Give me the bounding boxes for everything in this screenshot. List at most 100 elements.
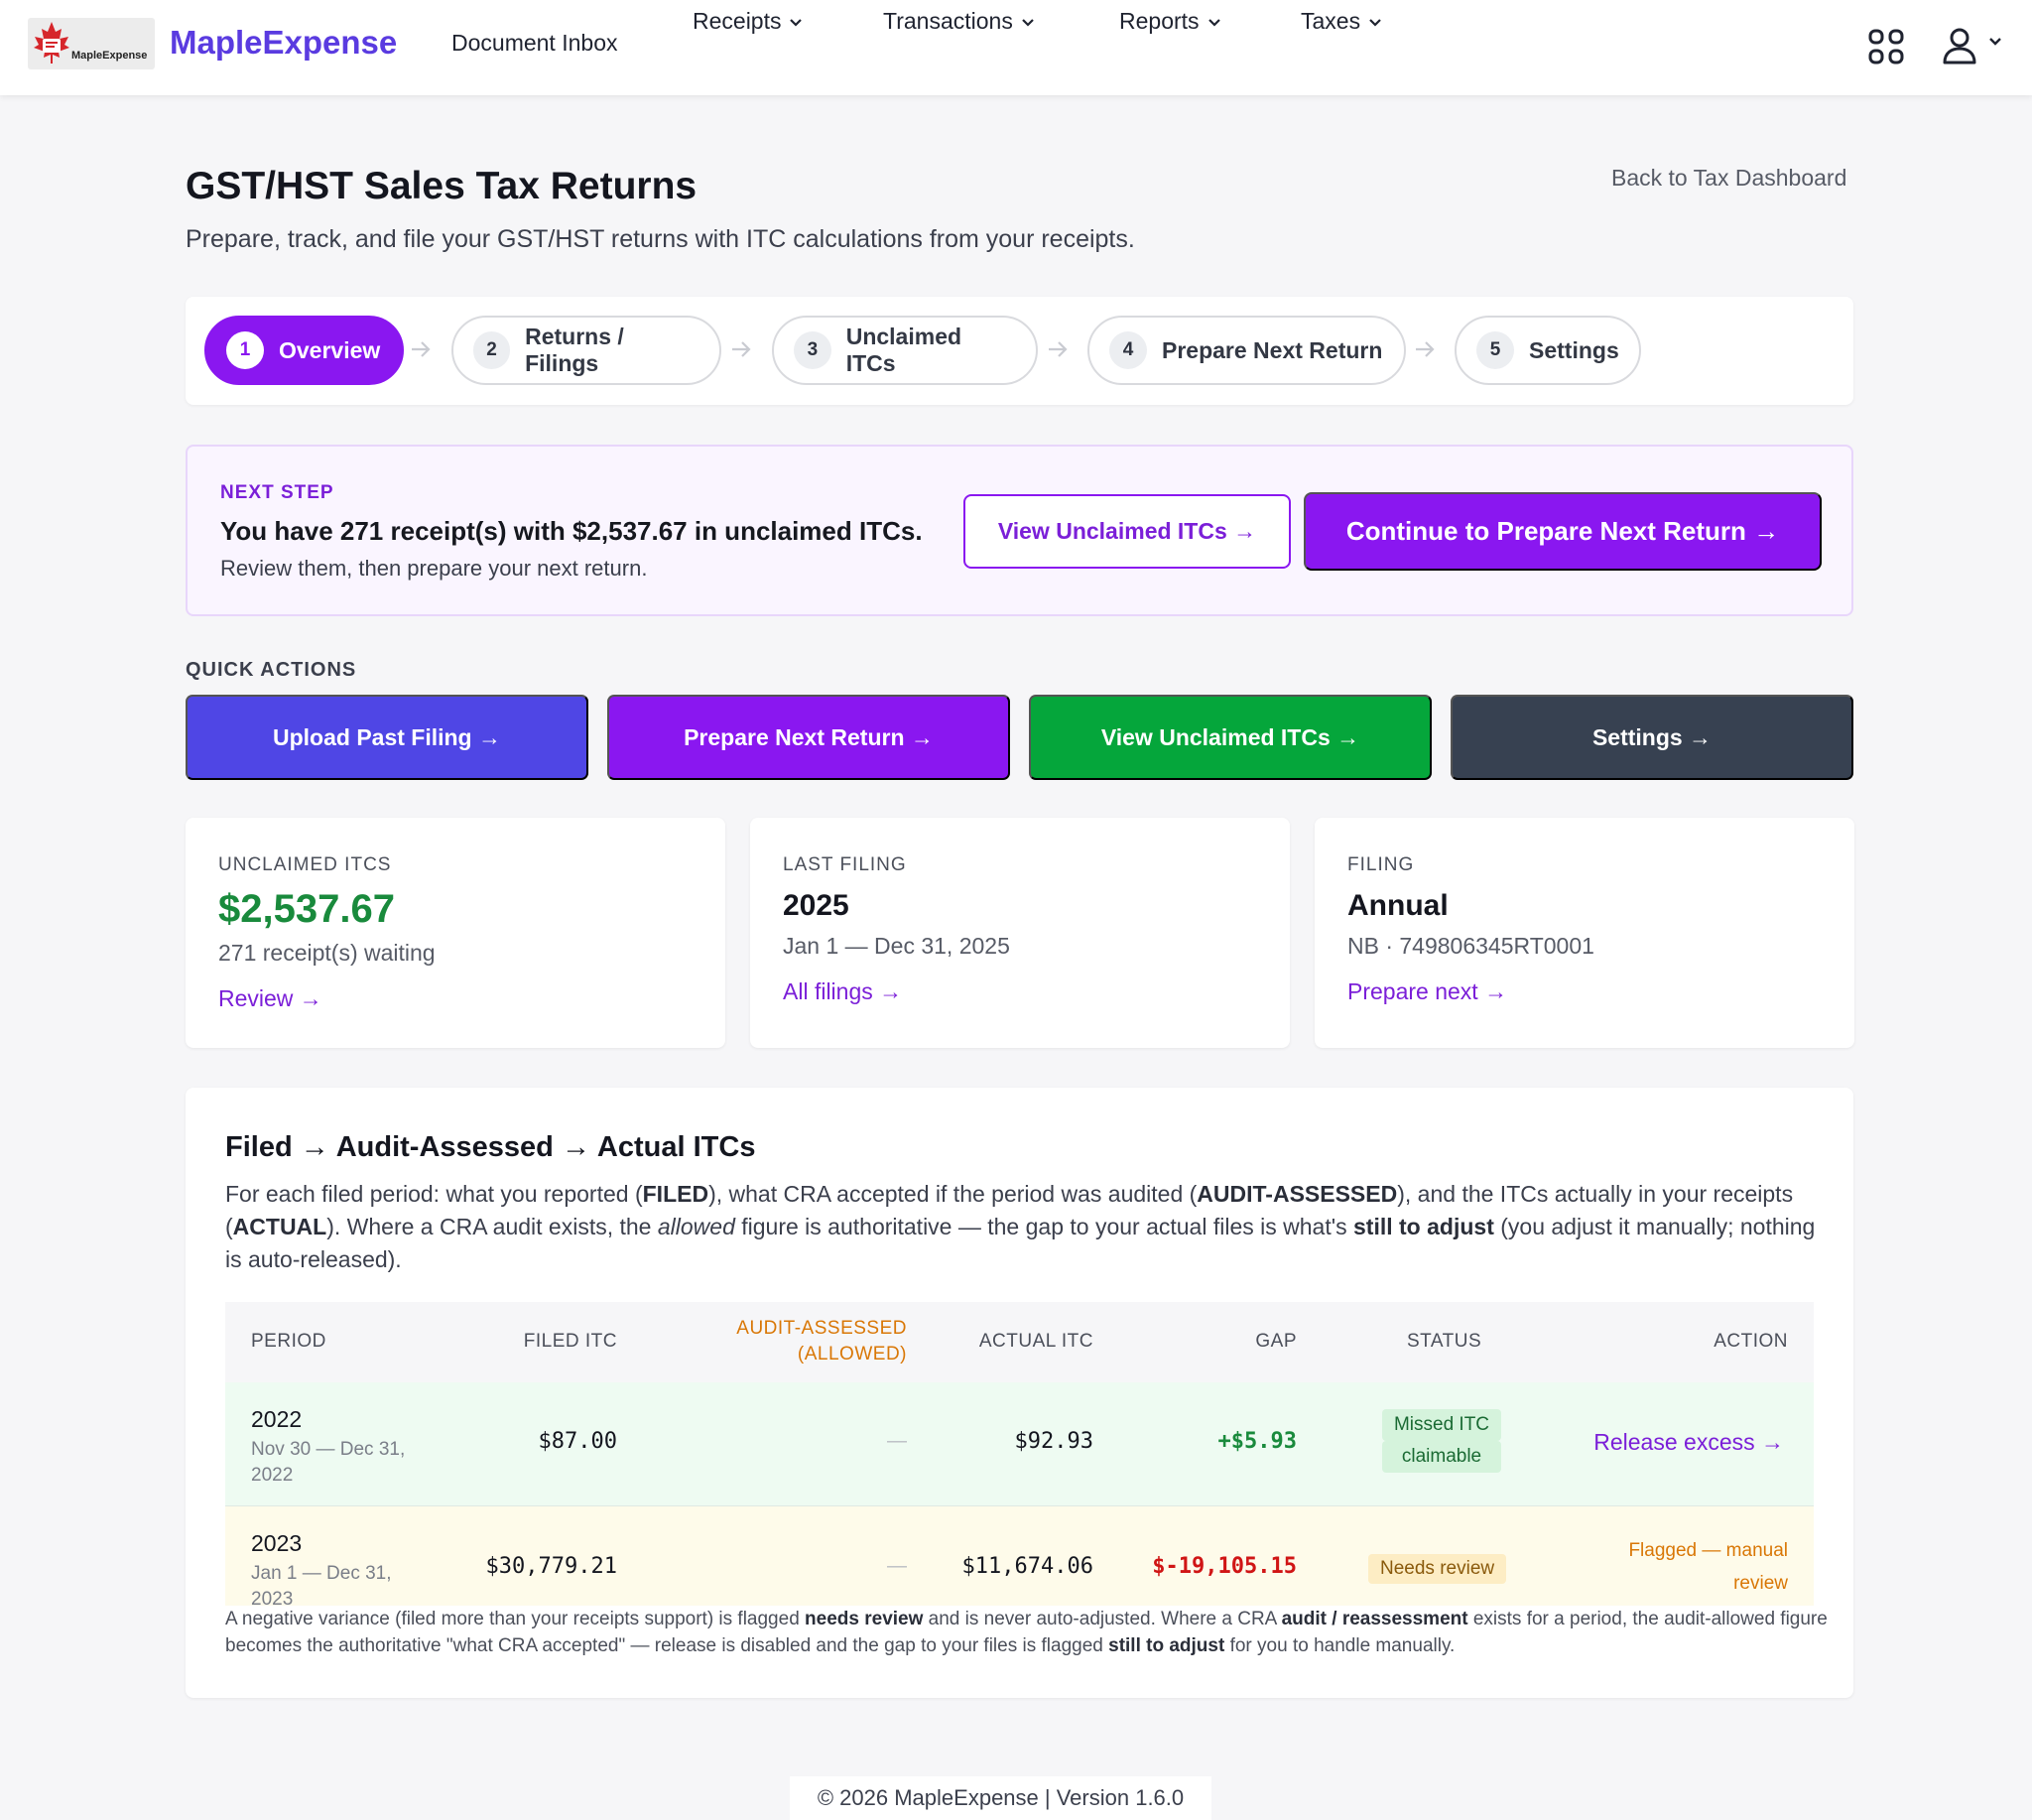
prepare-next-link[interactable]: Prepare next → [1347,978,1507,1005]
action-line: Flagged — manual [1628,1540,1788,1561]
nav-transactions-label: Transactions [883,8,1013,34]
nav-reports-menu[interactable]: Reports [1119,8,1221,35]
quick-actions-label: QUICK ACTIONS [186,659,357,681]
chevron-down-icon [1207,19,1220,27]
user-icon[interactable] [1940,26,1979,65]
filing-frequency-card: FILING Annual NB · 749806345RT0001 Prepa… [1315,818,1854,1048]
page-title: GST/HST Sales Tax Returns [186,165,698,207]
card-sub: 271 receipt(s) waiting [218,940,436,966]
maple-leaf-logo-icon [34,22,69,64]
flagged-manual-review: Flagged — manual review [1628,1534,1788,1600]
table-header: PERIOD FILED ITC AUDIT-ASSESSED (ALLOWED… [225,1302,1814,1382]
column-gap: GAP [1255,1331,1297,1352]
prepare-next-return-button[interactable]: Prepare Next Return → [607,695,1010,780]
nav-receipts-menu[interactable]: Receipts [693,8,803,35]
chevron-down-icon [1022,19,1034,27]
period-range: 2022 [251,1465,294,1486]
workflow-stepper: 1 Overview 2 Returns / Filings 3 Unclaim… [186,297,1853,405]
nav-document-inbox[interactable]: Document Inbox [451,30,617,57]
release-excess-link[interactable]: Release excess → [1593,1429,1784,1456]
back-to-tax-dashboard-link[interactable]: Back to Tax Dashboard [1611,165,1846,192]
next-step-sub: Review them, then prepare your next retu… [220,556,648,581]
view-unclaimed-itcs-button[interactable]: View Unclaimed ITCs → [963,494,1291,569]
review-link[interactable]: Review → [218,985,322,1012]
step-settings[interactable]: 5 Settings [1455,316,1641,385]
filed-itc-value: $87.00 [538,1429,617,1454]
status-badge: Needs review [1368,1554,1507,1584]
actual-itc-value: $92.93 [1014,1429,1093,1454]
gap-value: +$5.93 [1217,1429,1297,1454]
table-footnote: A negative variance (filed more than you… [225,1609,1828,1656]
step-unclaimed-itcs[interactable]: 3 Unclaimed ITCs [772,316,1038,385]
filed-itc-value: $30,779.21 [485,1554,617,1579]
step-returns-filings[interactable]: 2 Returns / Filings [451,316,721,385]
column-audit-assessed: AUDIT-ASSESSED (ALLOWED) [736,1316,907,1367]
card-sub: Jan 1 — Dec 31, 2025 [783,933,1010,959]
period-range: Nov 30 — Dec 31, [251,1439,406,1460]
nav-taxes-menu[interactable]: Taxes [1301,8,1382,35]
step-number: 2 [473,331,511,369]
section-title: Filed → Audit-Assessed → Actual ITCs [225,1131,756,1163]
continue-prepare-next-return-button[interactable]: Continue to Prepare Next Return → [1304,492,1822,571]
itc-comparison-section: Filed → Audit-Assessed → Actual ITCs For… [186,1088,1853,1698]
settings-button[interactable]: Settings → [1451,695,1853,780]
arrow-right-icon [412,341,431,357]
apps-grid-icon[interactable] [1867,28,1905,65]
table-row: 2022 Nov 30 — Dec 31, 2022 $87.00 — $92.… [225,1382,1814,1506]
column-audit-assessed-line-1: AUDIT-ASSESSED [736,1318,907,1339]
status-badge-line: claimable [1382,1441,1501,1473]
nav-receipts-label: Receipts [693,8,782,34]
card-label: UNCLAIMED ITCS [218,854,392,875]
nav-reports-label: Reports [1119,8,1200,34]
audit-assessed-value: — [887,1430,907,1452]
card-value: Annual [1347,889,1449,922]
column-period: PERIOD [251,1331,326,1352]
step-number: 5 [1476,331,1514,369]
page-subtitle: Prepare, track, and file your GST/HST re… [186,225,1135,253]
chevron-down-icon[interactable] [1987,36,2003,48]
period-range: 2023 [251,1589,294,1606]
table-row: 2023 Jan 1 — Dec 31, 2023 $30,779.21 — $… [225,1506,1814,1606]
all-filings-link[interactable]: All filings → [783,978,902,1005]
step-label: Prepare Next Return [1162,336,1383,363]
card-label: LAST FILING [783,854,907,875]
audit-assessed-value: — [887,1555,907,1577]
column-actual-itc: ACTUAL ITC [978,1331,1093,1352]
upload-past-filing-button[interactable]: Upload Past Filing → [186,695,588,780]
nav-transactions-menu[interactable]: Transactions [883,8,1035,35]
logo[interactable]: MapleExpense [28,18,155,69]
card-label: FILING [1347,854,1415,875]
column-audit-assessed-line-2: (ALLOWED) [797,1344,907,1365]
chevron-down-icon [790,19,803,27]
step-number: 3 [794,331,831,369]
period-cell: 2022 Nov 30 — Dec 31, 2022 [251,1406,405,1489]
logo-wordmark: MapleExpense [71,50,148,62]
brand-name[interactable]: MapleExpense [170,24,397,62]
period-cell: 2023 Jan 1 — Dec 31, 2023 [251,1530,392,1606]
period-year: 2022 [251,1406,303,1432]
arrow-right-icon [1049,341,1068,357]
last-filing-card: LAST FILING 2025 Jan 1 — Dec 31, 2025 Al… [750,818,1290,1048]
nav-taxes-label: Taxes [1301,8,1361,34]
footer-text: © 2026 MapleExpense | Version 1.6.0 [817,1785,1185,1810]
next-step-eyebrow: NEXT STEP [220,482,334,503]
view-unclaimed-itcs-quick-button[interactable]: View Unclaimed ITCs → [1029,695,1432,780]
step-label: Unclaimed ITCs [845,324,962,376]
unclaimed-itcs-card: UNCLAIMED ITCS $2,537.67 271 receipt(s) … [186,818,725,1048]
top-navigation-bar: MapleExpense MapleExpense Document Inbox… [0,0,2032,95]
next-step-message: You have 271 receipt(s) with $2,537.67 i… [220,516,923,546]
section-description: For each filed period: what you reported… [225,1181,1816,1272]
card-sub: NB · 749806345RT0001 [1347,933,1594,959]
card-value: $2,537.67 [218,887,395,931]
step-overview[interactable]: 1 Overview [204,316,404,385]
step-number: 1 [226,331,264,369]
chevron-down-icon [1369,19,1381,27]
status-badge: Missed ITC claimable [1382,1409,1501,1473]
card-value: 2025 [783,889,849,922]
footer: © 2026 MapleExpense | Version 1.6.0 [790,1776,1211,1820]
step-prepare-next-return[interactable]: 4 Prepare Next Return [1087,316,1406,385]
step-label: Overview [279,336,381,363]
step-number: 4 [1109,331,1147,369]
column-filed-itc: FILED ITC [523,1331,617,1352]
actual-itc-value: $11,674.06 [961,1554,1093,1579]
